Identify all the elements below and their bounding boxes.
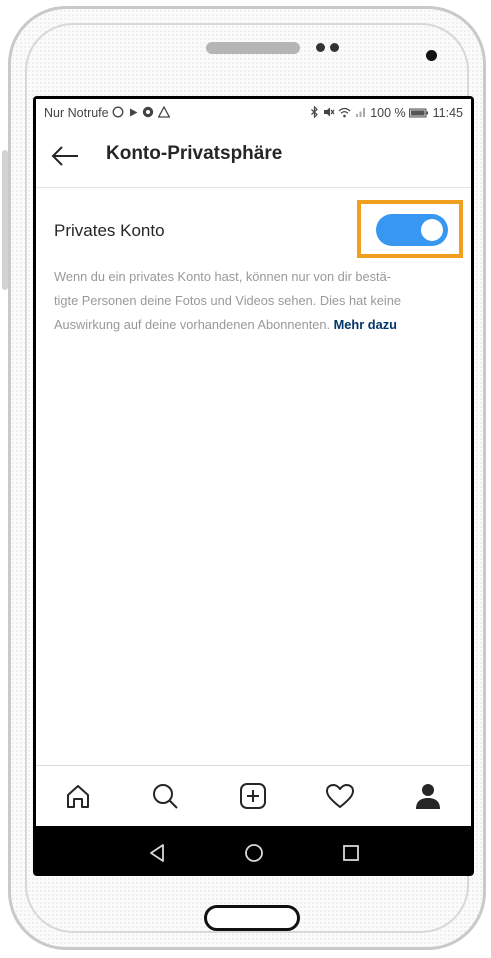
app-screen: Nur Notrufe 100 % 11:45 Konto-Privatsphä… bbox=[36, 99, 471, 876]
add-icon[interactable] bbox=[237, 780, 269, 812]
status-left: Nur Notrufe bbox=[44, 105, 310, 120]
side-button bbox=[2, 150, 8, 290]
whatsapp-icon bbox=[112, 106, 124, 118]
back-triangle-icon[interactable] bbox=[144, 840, 170, 866]
private-account-toggle[interactable] bbox=[376, 214, 448, 246]
mute-icon bbox=[323, 107, 335, 117]
wifi-icon bbox=[338, 107, 351, 118]
recents-square-icon[interactable] bbox=[338, 840, 364, 866]
screen: Nur Notrufe 100 % 11:45 Konto-Privatsphä… bbox=[33, 96, 474, 876]
private-account-label: Privates Konto bbox=[54, 221, 165, 240]
status-right: 100 % 11:45 bbox=[310, 105, 463, 120]
learn-more-link[interactable]: Mehr dazu bbox=[334, 317, 397, 332]
toggle-knob bbox=[421, 219, 443, 241]
sensor-icon bbox=[330, 43, 339, 52]
bluetooth-icon bbox=[311, 105, 319, 119]
vpn-icon bbox=[142, 106, 154, 118]
clock: 11:45 bbox=[432, 106, 463, 120]
app-header: Konto-Privatsphäre bbox=[36, 127, 471, 188]
hardware-home-button[interactable] bbox=[204, 905, 300, 931]
profile-icon[interactable] bbox=[412, 780, 444, 812]
battery-percent: 100 % bbox=[370, 106, 406, 120]
front-camera-icon bbox=[426, 50, 437, 61]
bottom-tab-bar bbox=[36, 765, 471, 826]
warning-icon bbox=[157, 105, 170, 118]
status-text: Nur Notrufe bbox=[44, 106, 109, 120]
sensor-icon bbox=[316, 43, 325, 52]
page-title: Konto-Privatsphäre bbox=[106, 143, 283, 164]
speaker-grille bbox=[206, 42, 300, 54]
play-icon bbox=[129, 108, 138, 117]
battery-icon bbox=[409, 108, 429, 118]
status-bar: Nur Notrufe 100 % 11:45 bbox=[36, 99, 471, 127]
signal-icon bbox=[355, 108, 365, 117]
private-account-description: Wenn du ein privates Konto hast, können … bbox=[54, 265, 454, 337]
android-nav-bar bbox=[36, 826, 471, 876]
home-icon[interactable] bbox=[62, 780, 94, 812]
heart-icon[interactable] bbox=[324, 780, 356, 812]
search-icon[interactable] bbox=[149, 780, 181, 812]
arrow-left-icon[interactable] bbox=[50, 145, 80, 167]
home-circle-icon[interactable] bbox=[241, 840, 267, 866]
